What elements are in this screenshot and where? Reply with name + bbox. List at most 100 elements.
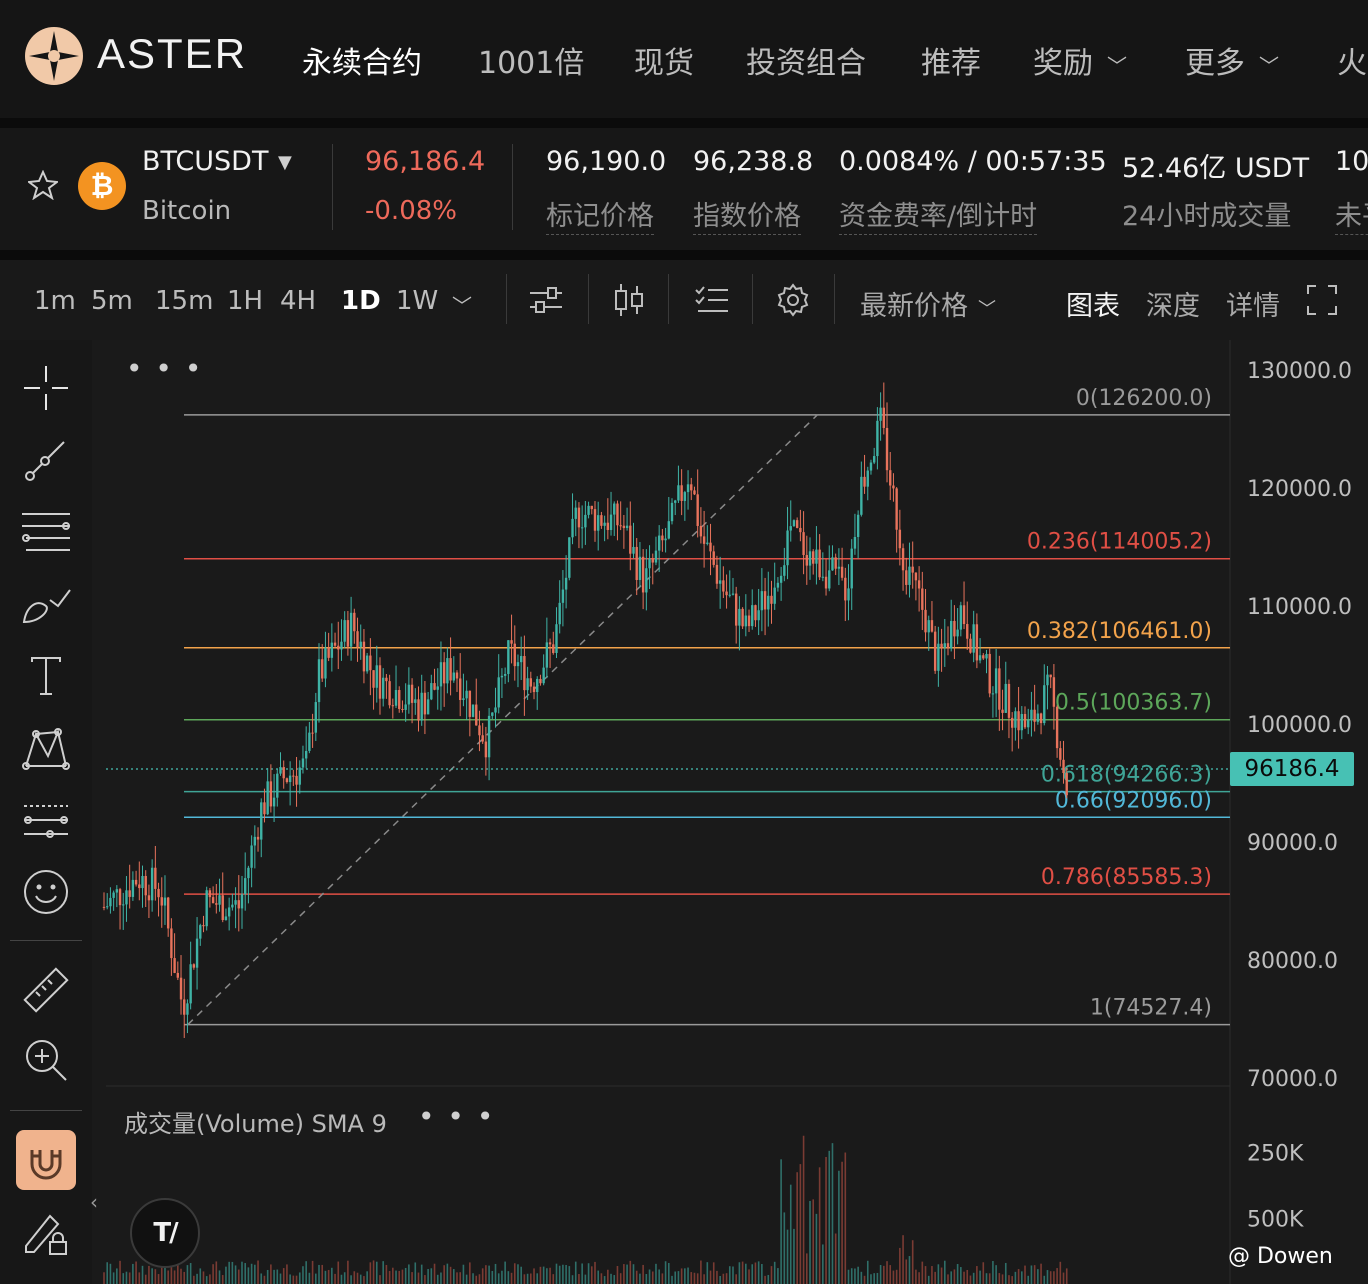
candle-body bbox=[866, 470, 869, 487]
timeframe-1m[interactable]: 1m bbox=[34, 286, 76, 316]
candle-type-icon[interactable] bbox=[612, 282, 646, 318]
volume-bar bbox=[754, 1262, 757, 1284]
candle-body bbox=[677, 485, 680, 501]
candle-body bbox=[192, 964, 196, 968]
candle-body bbox=[754, 605, 757, 621]
price-type-select[interactable]: 最新价格 ﹀ bbox=[860, 284, 996, 323]
checklist-icon[interactable] bbox=[694, 284, 730, 316]
nav-hot[interactable]: 火 bbox=[1337, 38, 1367, 82]
volume-bar bbox=[549, 1267, 551, 1284]
volume-bar bbox=[298, 1272, 301, 1284]
ruler-icon[interactable] bbox=[20, 964, 72, 1016]
candle-body bbox=[930, 620, 934, 632]
candle-body bbox=[699, 525, 703, 537]
candle-body bbox=[215, 903, 218, 905]
candle-body bbox=[375, 665, 378, 688]
chevron-down-icon[interactable]: ﹀ bbox=[452, 290, 472, 319]
volume-bar bbox=[558, 1265, 561, 1284]
candle-body bbox=[423, 692, 427, 715]
volume-bar bbox=[462, 1264, 465, 1284]
timeframe-4h[interactable]: 4H bbox=[280, 286, 316, 316]
nav-more[interactable]: 更多 ﹀ bbox=[1185, 38, 1279, 82]
chart-area[interactable]: 130000.0 120000.0 110000.0 100000.0 90000.0 8… bbox=[92, 340, 1368, 1284]
candle-body bbox=[812, 551, 815, 564]
volume-bar bbox=[587, 1263, 590, 1284]
brand-name[interactable]: ASTER bbox=[97, 30, 247, 78]
candle-body bbox=[921, 588, 924, 610]
fullscreen-icon[interactable] bbox=[1306, 284, 1338, 316]
volume-bar bbox=[510, 1272, 513, 1284]
view-chart-tab[interactable]: 图表 bbox=[1066, 284, 1120, 323]
nav-rewards[interactable]: 奖励 ﹀ bbox=[1033, 38, 1127, 82]
crosshair-icon[interactable] bbox=[20, 362, 72, 414]
emoji-icon[interactable] bbox=[20, 866, 72, 918]
candle-body bbox=[844, 577, 847, 601]
trendline-icon[interactable] bbox=[20, 434, 72, 486]
pattern-icon[interactable] bbox=[20, 722, 72, 774]
mark-price-label[interactable]: 标记价格 bbox=[546, 194, 654, 235]
gear-icon[interactable] bbox=[776, 283, 810, 317]
zoom-in-icon[interactable] bbox=[20, 1034, 72, 1086]
candle-body bbox=[574, 507, 577, 519]
view-details-tab[interactable]: 详情 bbox=[1226, 284, 1280, 323]
candle-body bbox=[831, 557, 834, 571]
volume-bar bbox=[180, 1268, 182, 1284]
candle-body bbox=[269, 781, 273, 807]
fib-level-label: 0.786(85585.3) bbox=[1041, 865, 1212, 890]
favorite-star-icon[interactable] bbox=[28, 170, 58, 200]
timeframe-1d[interactable]: 1D bbox=[341, 286, 381, 316]
caret-down-icon[interactable]: ▼ bbox=[278, 152, 292, 173]
candle-body bbox=[911, 566, 914, 573]
volume-bar bbox=[850, 1268, 853, 1284]
volume-menu-button[interactable]: • • • bbox=[418, 1100, 495, 1133]
collapse-rail-button[interactable]: ‹ bbox=[90, 1190, 98, 1214]
magnet-icon[interactable] bbox=[16, 1130, 76, 1190]
aster-logo-icon[interactable] bbox=[24, 26, 84, 86]
timeframe-5m[interactable]: 5m bbox=[91, 286, 133, 316]
volume-bar bbox=[205, 1276, 208, 1284]
candle-body bbox=[933, 631, 937, 671]
volume-bar bbox=[956, 1264, 959, 1284]
volume-bar bbox=[289, 1274, 291, 1284]
open-interest-label[interactable]: 未平 bbox=[1335, 194, 1368, 235]
candle-body bbox=[686, 484, 690, 493]
timeframe-15m[interactable]: 15m bbox=[155, 286, 213, 316]
volume-bar bbox=[382, 1261, 384, 1284]
forecast-icon[interactable] bbox=[20, 794, 72, 846]
timeframe-1h[interactable]: 1H bbox=[227, 286, 263, 316]
volume-indicator-label[interactable]: 成交量(Volume) SMA 9 bbox=[124, 1104, 387, 1139]
chart-menu-button[interactable]: • • • bbox=[126, 352, 203, 385]
candle-body bbox=[587, 505, 590, 515]
volume-bar bbox=[555, 1263, 558, 1284]
candle-body bbox=[661, 535, 664, 541]
nav-spot[interactable]: 现货 bbox=[634, 38, 694, 82]
candle-body bbox=[645, 568, 648, 593]
nav-1001x[interactable]: 1001倍 bbox=[478, 38, 584, 82]
lock-drawings-icon[interactable] bbox=[20, 1206, 72, 1258]
volume-bar bbox=[741, 1261, 744, 1284]
indicator-settings-icon[interactable] bbox=[528, 284, 564, 316]
tradingview-logo-icon[interactable]: T∕ bbox=[130, 1198, 200, 1268]
price-chart[interactable]: 130000.0 120000.0 110000.0 100000.0 90000.0 8… bbox=[92, 340, 1368, 1284]
volume-bar bbox=[722, 1273, 725, 1284]
volume-bar bbox=[494, 1263, 497, 1284]
nav-portfolio[interactable]: 投资组合 bbox=[746, 38, 866, 82]
candle-body bbox=[860, 476, 863, 515]
timeframe-1w[interactable]: 1W bbox=[396, 286, 438, 316]
brush-icon[interactable] bbox=[20, 578, 72, 630]
volume-bar bbox=[924, 1266, 927, 1284]
fib-lines-icon[interactable] bbox=[20, 506, 72, 558]
candle-body bbox=[953, 620, 956, 637]
symbol-selector[interactable]: BTCUSDT bbox=[142, 146, 268, 177]
view-depth-tab[interactable]: 深度 bbox=[1146, 284, 1200, 323]
divider bbox=[588, 274, 589, 324]
candle-body bbox=[606, 522, 610, 530]
volume-bar bbox=[244, 1263, 247, 1284]
text-icon[interactable] bbox=[20, 650, 72, 702]
nav-perpetual[interactable]: 永续合约 bbox=[302, 38, 422, 82]
candle-body bbox=[1014, 711, 1017, 728]
volume-bar bbox=[1040, 1263, 1042, 1284]
volume-bar bbox=[693, 1272, 696, 1284]
funding-rate-label[interactable]: 资金费率/倒计时 bbox=[839, 194, 1038, 235]
nav-referral[interactable]: 推荐 bbox=[921, 38, 981, 82]
